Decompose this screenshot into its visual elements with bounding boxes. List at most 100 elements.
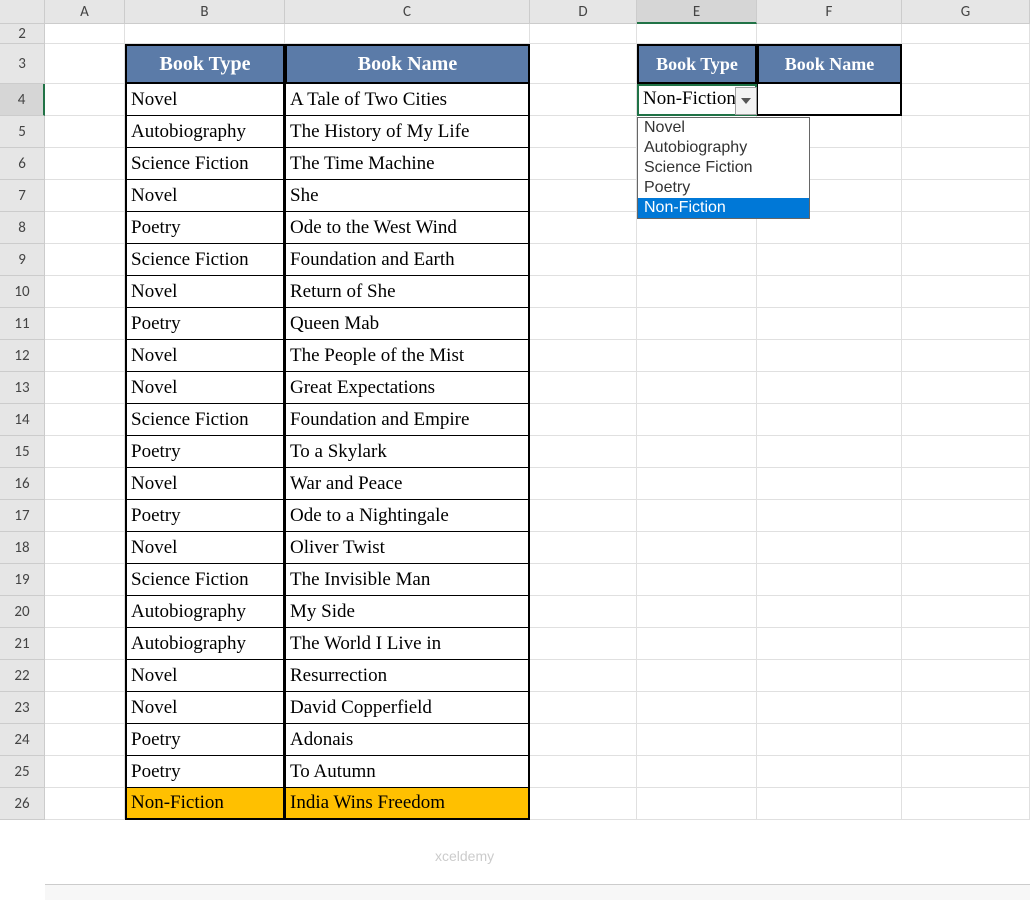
cell-C13[interactable]: Great Expectations [285, 372, 530, 404]
cell-E15[interactable] [637, 436, 757, 468]
cell-D12[interactable] [530, 340, 637, 372]
cell-C25[interactable]: To Autumn [285, 756, 530, 788]
cell-F24[interactable] [757, 724, 902, 756]
cell-B4[interactable]: Novel [125, 84, 285, 116]
cell-F22[interactable] [757, 660, 902, 692]
cell-G24[interactable] [902, 724, 1030, 756]
cell-D5[interactable] [530, 116, 637, 148]
cell-F10[interactable] [757, 276, 902, 308]
row-header-23[interactable]: 23 [0, 692, 45, 724]
cell-A16[interactable] [45, 468, 125, 500]
sheet-tab-bar[interactable] [45, 884, 1030, 900]
cell-D3[interactable] [530, 44, 637, 84]
cell-B20[interactable]: Autobiography [125, 596, 285, 628]
cell-C3[interactable]: Book Name [285, 44, 530, 84]
cell-D13[interactable] [530, 372, 637, 404]
cell-B16[interactable]: Novel [125, 468, 285, 500]
cell-E16[interactable] [637, 468, 757, 500]
cell-C9[interactable]: Foundation and Earth [285, 244, 530, 276]
cell-F4[interactable] [757, 84, 902, 116]
cell-F11[interactable] [757, 308, 902, 340]
cell-D24[interactable] [530, 724, 637, 756]
cell-D9[interactable] [530, 244, 637, 276]
row-header-4[interactable]: 4 [0, 84, 45, 116]
dropdown-option-autobiography[interactable]: Autobiography [638, 138, 809, 158]
cell-E24[interactable] [637, 724, 757, 756]
cell-A25[interactable] [45, 756, 125, 788]
cell-A8[interactable] [45, 212, 125, 244]
cell-A2[interactable] [45, 24, 125, 44]
cell-D11[interactable] [530, 308, 637, 340]
cell-D6[interactable] [530, 148, 637, 180]
cell-E26[interactable] [637, 788, 757, 820]
cell-G3[interactable] [902, 44, 1030, 84]
cell-G11[interactable] [902, 308, 1030, 340]
cell-F19[interactable] [757, 564, 902, 596]
cell-D7[interactable] [530, 180, 637, 212]
cell-B8[interactable]: Poetry [125, 212, 285, 244]
cell-F20[interactable] [757, 596, 902, 628]
cell-E23[interactable] [637, 692, 757, 724]
cell-B9[interactable]: Science Fiction [125, 244, 285, 276]
cell-F3[interactable]: Book Name [757, 44, 902, 84]
cell-E17[interactable] [637, 500, 757, 532]
cell-G9[interactable] [902, 244, 1030, 276]
cell-E3[interactable]: Book Type [637, 44, 757, 84]
row-header-9[interactable]: 9 [0, 244, 45, 276]
cell-A11[interactable] [45, 308, 125, 340]
cell-D19[interactable] [530, 564, 637, 596]
cell-B18[interactable]: Novel [125, 532, 285, 564]
cell-F14[interactable] [757, 404, 902, 436]
cell-B26[interactable]: Non-Fiction [125, 788, 285, 820]
cell-C2[interactable] [285, 24, 530, 44]
cell-B7[interactable]: Novel [125, 180, 285, 212]
cell-G12[interactable] [902, 340, 1030, 372]
cell-E13[interactable] [637, 372, 757, 404]
cell-B12[interactable]: Novel [125, 340, 285, 372]
cell-D18[interactable] [530, 532, 637, 564]
cell-D4[interactable] [530, 84, 637, 116]
cell-A20[interactable] [45, 596, 125, 628]
cell-F25[interactable] [757, 756, 902, 788]
cell-G18[interactable] [902, 532, 1030, 564]
cell-C24[interactable]: Adonais [285, 724, 530, 756]
cell-G15[interactable] [902, 436, 1030, 468]
cell-C4[interactable]: A Tale of Two Cities [285, 84, 530, 116]
cell-A19[interactable] [45, 564, 125, 596]
cell-G13[interactable] [902, 372, 1030, 404]
cell-E12[interactable] [637, 340, 757, 372]
cell-G14[interactable] [902, 404, 1030, 436]
cell-D22[interactable] [530, 660, 637, 692]
cell-F16[interactable] [757, 468, 902, 500]
row-header-17[interactable]: 17 [0, 500, 45, 532]
cell-C7[interactable]: She [285, 180, 530, 212]
column-header-E[interactable]: E [637, 0, 757, 24]
cell-G5[interactable] [902, 116, 1030, 148]
cell-D20[interactable] [530, 596, 637, 628]
cell-C6[interactable]: The Time Machine [285, 148, 530, 180]
row-header-25[interactable]: 25 [0, 756, 45, 788]
cell-B6[interactable]: Science Fiction [125, 148, 285, 180]
cell-A15[interactable] [45, 436, 125, 468]
cell-F18[interactable] [757, 532, 902, 564]
cell-D17[interactable] [530, 500, 637, 532]
cell-E2[interactable] [637, 24, 757, 44]
cell-C21[interactable]: The World I Live in [285, 628, 530, 660]
cell-D8[interactable] [530, 212, 637, 244]
cell-C8[interactable]: Ode to the West Wind [285, 212, 530, 244]
cell-B23[interactable]: Novel [125, 692, 285, 724]
row-header-19[interactable]: 19 [0, 564, 45, 596]
cell-C17[interactable]: Ode to a Nightingale [285, 500, 530, 532]
row-header-26[interactable]: 26 [0, 788, 45, 820]
cell-C16[interactable]: War and Peace [285, 468, 530, 500]
cell-G6[interactable] [902, 148, 1030, 180]
cell-B17[interactable]: Poetry [125, 500, 285, 532]
cell-B5[interactable]: Autobiography [125, 116, 285, 148]
cell-E18[interactable] [637, 532, 757, 564]
dropdown-option-novel[interactable]: Novel [638, 118, 809, 138]
cell-D23[interactable] [530, 692, 637, 724]
row-header-8[interactable]: 8 [0, 212, 45, 244]
cell-G17[interactable] [902, 500, 1030, 532]
cell-C11[interactable]: Queen Mab [285, 308, 530, 340]
cell-D14[interactable] [530, 404, 637, 436]
